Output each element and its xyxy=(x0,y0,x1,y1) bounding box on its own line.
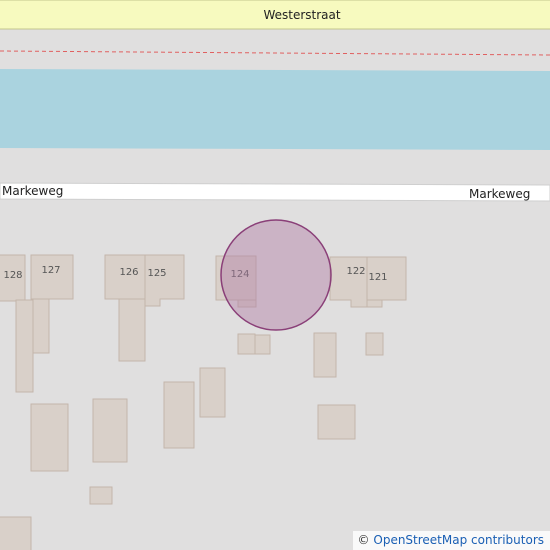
markeweg-label-left: Markeweg xyxy=(2,184,63,198)
house-number-122: 122 xyxy=(346,266,365,277)
boundary-line xyxy=(0,50,550,56)
building xyxy=(163,381,195,449)
building xyxy=(144,254,185,307)
attribution-link[interactable]: OpenStreetMap contributors xyxy=(373,533,544,547)
building xyxy=(365,332,384,356)
westerstraat-label: Westerstraat xyxy=(263,8,340,22)
attribution: © OpenStreetMap contributors xyxy=(352,531,550,550)
house-number-127: 127 xyxy=(41,265,60,276)
building xyxy=(15,299,34,393)
location-marker-circle[interactable] xyxy=(220,219,332,331)
building xyxy=(329,256,368,308)
building xyxy=(199,367,226,418)
building xyxy=(237,333,256,355)
building xyxy=(89,486,113,505)
building xyxy=(118,298,146,362)
markeweg-label-right: Markeweg xyxy=(469,187,530,201)
building xyxy=(32,298,50,354)
building xyxy=(366,299,383,308)
house-number-128: 128 xyxy=(3,270,22,281)
house-number-126: 126 xyxy=(119,267,138,278)
building xyxy=(30,254,74,300)
buildings xyxy=(0,254,407,550)
building xyxy=(30,403,69,472)
building xyxy=(254,334,271,355)
house-number-125: 125 xyxy=(147,268,166,279)
house-number-121: 121 xyxy=(368,272,387,283)
copyright-symbol: © xyxy=(357,533,370,547)
building xyxy=(313,332,337,378)
canal-water xyxy=(0,69,550,150)
map-view[interactable]: Westerstraat Markeweg Markeweg 128 127 1… xyxy=(0,0,550,550)
markeweg-road xyxy=(0,182,550,202)
map-canvas: Westerstraat Markeweg Markeweg 128 127 1… xyxy=(0,0,550,550)
building xyxy=(0,516,32,550)
building xyxy=(317,404,356,440)
building xyxy=(92,398,128,463)
